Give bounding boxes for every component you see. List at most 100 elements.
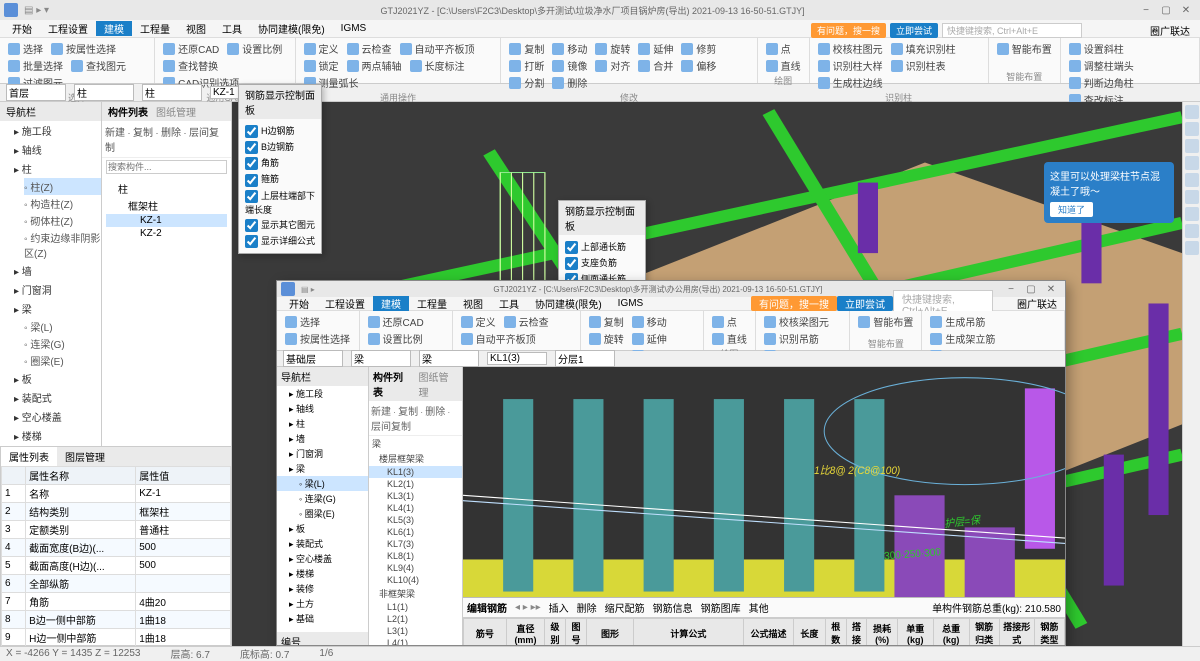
nav-subitem[interactable]: ◦ 连梁(G) [24,335,101,352]
rebar-lib[interactable]: 钢筋图库 [701,600,741,615]
tree-tab-list[interactable]: 构件列表 [373,369,413,399]
rebar-table[interactable]: 筋号直径(mm)级别图号图形计算公式公式描述长度根数搭接损耗(%)单重(kg)总… [463,618,1065,645]
ribbon-item[interactable]: 识别吊筋 [760,330,823,347]
ribbon-item[interactable]: 判断边角柱 [1065,74,1138,91]
tree-tab-drawings[interactable]: 图纸管理 [156,104,196,119]
ribbon-item[interactable]: 定义 [300,40,343,57]
popup-checkbox[interactable]: 上部通长筋 [565,239,639,255]
nav-item[interactable]: ▸ 墙 [277,431,368,446]
ribbon-item[interactable]: 旋转 [591,40,634,57]
ribbon-item[interactable]: 对齐 [591,57,634,74]
tool-icon[interactable] [1185,105,1199,119]
floor-select[interactable]: 首层 [6,84,66,101]
tool-icon[interactable] [1185,207,1199,221]
popup-checkbox[interactable]: 支座负筋 [565,255,639,271]
nav-item[interactable]: ▸ 基础 [277,611,368,626]
popup-checkbox[interactable]: 显示详细公式 [245,233,315,249]
tree-node[interactable]: KL7(3) [369,538,462,550]
rebar-info[interactable]: 钢筋信息 [653,600,693,615]
menu-tools[interactable]: 工具 [491,296,527,311]
ribbon-item[interactable]: 云检查 [500,313,553,330]
seg-select[interactable]: 分层1 [555,350,615,367]
nav-subitem[interactable]: ◦ 构造柱(Z) [24,195,101,212]
nav-item[interactable]: ▸ 柱 [0,159,101,178]
ribbon-item[interactable]: 识别柱大样 [814,57,887,74]
cat-select[interactable]: 梁 [351,350,411,367]
floor-select[interactable]: 基础层 [283,350,343,367]
tool-icon[interactable] [1185,122,1199,136]
nav-item[interactable]: ▸ 装修 [277,581,368,596]
tool-icon[interactable] [1185,190,1199,204]
shortcut-search[interactable]: 快捷键搜索, Ctrl+Alt+E [942,23,1082,38]
tool-icon[interactable] [1185,139,1199,153]
ribbon-item[interactable]: 直线 [708,330,751,347]
ribbon-item[interactable]: 生成吊筋 [926,313,989,330]
tool-icon[interactable] [1185,173,1199,187]
ribbon-item[interactable]: 识别柱表 [887,57,950,74]
prop-tab-list[interactable]: 属性列表 [1,447,57,466]
ribbon-item[interactable]: 还原CAD [364,313,428,330]
ribbon-item[interactable]: 自动平齐板顶 [396,40,479,57]
ribbon-item[interactable]: 生成柱边线 [814,74,887,91]
sub-select[interactable]: 柱 [142,84,202,101]
rebar-insert[interactable]: 插入 [549,600,569,615]
menu-quantity[interactable]: 工程量 [132,21,178,36]
ribbon-item[interactable]: 延伸 [634,40,677,57]
tree-node[interactable]: KL3(1) [369,490,462,502]
sub-3d-viewport[interactable]: 1比8@ 2(C8@100) 300·250·300 护层=保 编辑钢筋 ◂ ▸… [463,367,1065,645]
ribbon-item[interactable]: 校核柱图元 [814,40,887,57]
ribbon-item[interactable]: 设置比例 [223,40,286,57]
nav-item[interactable]: ▸ 空心楼盖 [0,407,101,426]
ribbon-item[interactable]: 两点辅轴 [343,57,406,74]
tree-node[interactable]: KL1(3) [369,466,462,478]
ribbon-item[interactable]: 选择 [4,40,47,57]
rebar-delete[interactable]: 删除 [577,600,597,615]
ribbon-item[interactable]: 批量选择 [4,57,67,74]
try-now-pill[interactable]: 立即尝试 [837,296,893,311]
ribbon-item[interactable]: 填充识别柱 [887,40,960,57]
tree-node[interactable]: 非框架梁 [369,586,462,601]
tree-node[interactable]: L2(1) [369,613,462,625]
sub-window-controls[interactable]: −▢✕ [1001,284,1061,295]
menu-view[interactable]: 视图 [455,296,491,311]
property-table[interactable]: 属性名称属性值 1名称KZ-12结构类别框架柱3定额类别普通柱4截面宽度(B边)… [1,466,231,648]
ribbon-item[interactable]: 定义 [457,313,500,330]
ribbon-item[interactable]: 锁定 [300,57,343,74]
popup-checkbox[interactable]: 箍筋 [245,171,315,187]
ribbon-item[interactable]: 复制 [505,40,548,57]
qat[interactable]: ▤ ▸ ▾ [24,5,49,16]
nav-subitem[interactable]: ◦ 梁(L) [24,318,101,335]
tree-node[interactable]: KL9(4) [369,562,462,574]
popup-checkbox[interactable]: B边钢筋 [245,139,315,155]
ribbon-item[interactable]: 打断 [505,57,548,74]
tree-node[interactable]: KL5(3) [369,514,462,526]
nav-item[interactable]: ▸ 施工段 [0,121,101,140]
ribbon-item[interactable]: 生成架立筋 [926,330,999,347]
tree-node[interactable]: KL6(1) [369,526,462,538]
ribbon-item[interactable]: 设置斜柱 [1065,40,1128,57]
tree-node[interactable]: 框架柱 [106,197,227,214]
ribbon-item[interactable]: 校核梁图元 [760,313,833,330]
tree-node[interactable]: L4(1) [369,637,462,645]
tree-node[interactable]: 柱 [106,180,227,197]
menu-model[interactable]: 建模 [373,296,409,311]
ribbon-item[interactable]: 移动 [628,313,671,330]
nav-subitem[interactable]: ◦ 连梁(G) [277,491,368,506]
menu-igms[interactable]: IGMS [610,298,652,309]
ribbon-item[interactable]: 查找替换 [159,57,222,74]
ribbon-item[interactable]: 自动平齐板顶 [457,330,540,347]
nav-item[interactable]: ▸ 装配式 [277,536,368,551]
nav-subitem[interactable]: ◦ 柱(Z) [24,178,101,195]
tree-node[interactable]: L1(1) [369,601,462,613]
window-controls[interactable]: −▢✕ [1136,5,1196,16]
tree-node[interactable]: L3(1) [369,625,462,637]
nav-subitem[interactable]: ◦ 圈梁(E) [277,506,368,521]
cat-select[interactable]: 柱 [74,84,134,101]
qat[interactable]: ▤ ▸ [301,285,315,294]
menu-quantity[interactable]: 工程量 [409,296,455,311]
menu-start[interactable]: 开始 [281,296,317,311]
popup-checkbox[interactable]: 显示其它图元 [245,217,315,233]
nav-item[interactable]: ▸ 柱 [277,416,368,431]
tool-icon[interactable] [1185,156,1199,170]
nav-item[interactable]: ▸ 装配式 [0,388,101,407]
